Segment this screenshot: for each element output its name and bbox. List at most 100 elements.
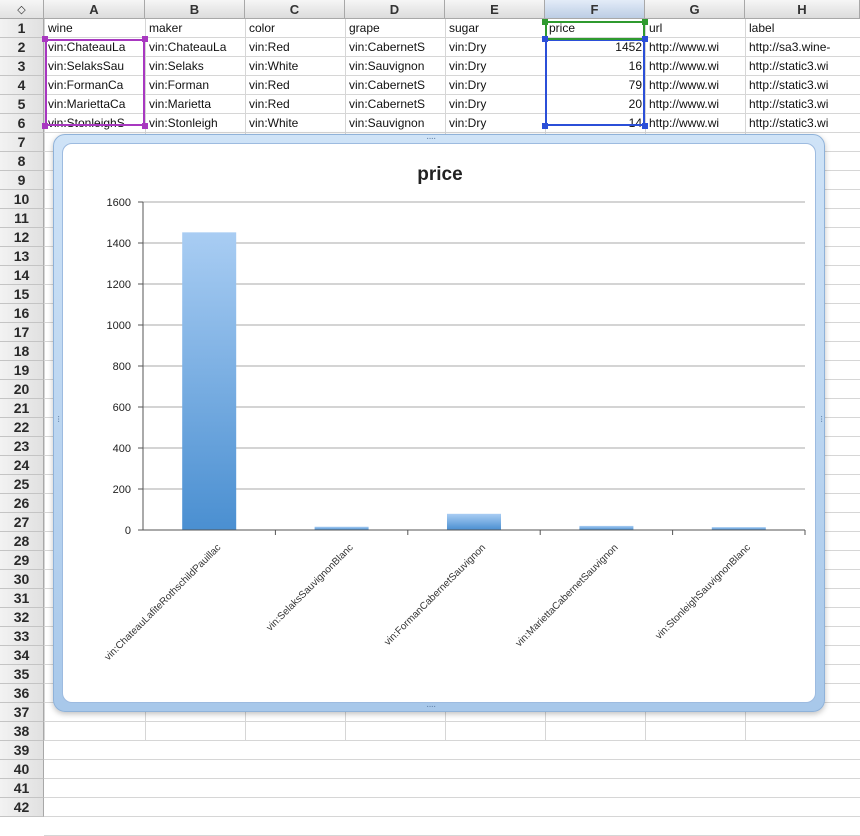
cell-d2[interactable]: vin:CabernetS (346, 38, 445, 57)
cell-h5[interactable]: http://static3.wi (746, 95, 860, 114)
cell-f4[interactable]: 79 (546, 76, 645, 95)
row-header-34[interactable]: 34 (0, 646, 44, 665)
cell-d3[interactable]: vin:Sauvignon (346, 57, 445, 76)
row-header-30[interactable]: 30 (0, 570, 44, 589)
row-header-2[interactable]: 2 (0, 38, 44, 57)
row-header-36[interactable]: 36 (0, 684, 44, 703)
row-header-28[interactable]: 28 (0, 532, 44, 551)
row-header-10[interactable]: 10 (0, 190, 44, 209)
row-header-27[interactable]: 27 (0, 513, 44, 532)
selection-handle[interactable] (142, 36, 148, 42)
row-header-31[interactable]: 31 (0, 589, 44, 608)
cell-h4[interactable]: http://static3.wi (746, 76, 860, 95)
column-header-a[interactable]: A (44, 0, 145, 19)
cell-a6[interactable]: vin:StonleighS (45, 114, 145, 133)
cell-h1[interactable]: label (746, 19, 860, 38)
selection-handle[interactable] (42, 123, 48, 129)
cell-g4[interactable]: http://www.wi (646, 76, 745, 95)
cell-d5[interactable]: vin:CabernetS (346, 95, 445, 114)
cell-f5[interactable]: 20 (546, 95, 645, 114)
cell-f3[interactable]: 16 (546, 57, 645, 76)
row-header-42[interactable]: 42 (0, 798, 44, 817)
row-header-18[interactable]: 18 (0, 342, 44, 361)
cell-e5[interactable]: vin:Dry (446, 95, 545, 114)
row-header-35[interactable]: 35 (0, 665, 44, 684)
row-header-33[interactable]: 33 (0, 627, 44, 646)
selection-handle[interactable] (642, 123, 648, 129)
column-header-e[interactable]: E (445, 0, 545, 19)
chart-resize-handle-top[interactable]: ···· (426, 133, 436, 144)
row-header-7[interactable]: 7 (0, 133, 44, 152)
cell-a5[interactable]: vin:MariettaCa (45, 95, 145, 114)
row-header-38[interactable]: 38 (0, 722, 44, 741)
cell-f2[interactable]: 1452 (546, 38, 645, 57)
cell-e1[interactable]: sugar (446, 19, 545, 38)
row-header-41[interactable]: 41 (0, 779, 44, 798)
cell-b1[interactable]: maker (146, 19, 245, 38)
column-header-h[interactable]: H (745, 0, 860, 19)
cell-f1[interactable]: price (546, 19, 645, 38)
column-header-b[interactable]: B (145, 0, 245, 19)
cell-e4[interactable]: vin:Dry (446, 76, 545, 95)
select-all-corner[interactable]: ◇ (0, 0, 44, 19)
row-header-17[interactable]: 17 (0, 323, 44, 342)
cell-a2[interactable]: vin:ChateauLa (45, 38, 145, 57)
row-header-16[interactable]: 16 (0, 304, 44, 323)
cell-c1[interactable]: color (246, 19, 345, 38)
row-header-19[interactable]: 19 (0, 361, 44, 380)
selection-handle[interactable] (142, 123, 148, 129)
row-header-6[interactable]: 6 (0, 114, 44, 133)
row-header-29[interactable]: 29 (0, 551, 44, 570)
cell-c4[interactable]: vin:Red (246, 76, 345, 95)
cell-h3[interactable]: http://static3.wi (746, 57, 860, 76)
cell-d6[interactable]: vin:Sauvignon (346, 114, 445, 133)
cell-b5[interactable]: vin:Marietta (146, 95, 245, 114)
selection-handle[interactable] (542, 36, 548, 42)
cell-a1[interactable]: wine (45, 19, 145, 38)
row-header-20[interactable]: 20 (0, 380, 44, 399)
cell-c5[interactable]: vin:Red (246, 95, 345, 114)
row-header-40[interactable]: 40 (0, 760, 44, 779)
chart-resize-handle-right[interactable]: ··· (816, 415, 827, 422)
cell-c3[interactable]: vin:White (246, 57, 345, 76)
cell-b4[interactable]: vin:Forman (146, 76, 245, 95)
row-header-1[interactable]: 1 (0, 19, 44, 38)
cell-f6[interactable]: 14 (546, 114, 645, 133)
cell-g2[interactable]: http://www.wi (646, 38, 745, 57)
row-header-13[interactable]: 13 (0, 247, 44, 266)
row-header-21[interactable]: 21 (0, 399, 44, 418)
chart-resize-handle-bottom[interactable]: ···· (426, 701, 436, 712)
cell-g5[interactable]: http://www.wi (646, 95, 745, 114)
cell-c2[interactable]: vin:Red (246, 38, 345, 57)
column-header-c[interactable]: C (245, 0, 345, 19)
chart-object[interactable]: price 0 200 400 600 800 1000 1200 1400 1600 vin:Ch… (53, 133, 827, 712)
row-header-8[interactable]: 8 (0, 152, 44, 171)
cell-d1[interactable]: grape (346, 19, 445, 38)
cell-e6[interactable]: vin:Dry (446, 114, 545, 133)
row-header-22[interactable]: 22 (0, 418, 44, 437)
cell-g1[interactable]: url (646, 19, 745, 38)
cell-g6[interactable]: http://www.wi (646, 114, 745, 133)
cell-h6[interactable]: http://static3.wi (746, 114, 860, 133)
row-header-39[interactable]: 39 (0, 741, 44, 760)
cell-h2[interactable]: http://sa3.wine- (746, 38, 860, 57)
row-header-5[interactable]: 5 (0, 95, 44, 114)
chart-resize-handle-left[interactable]: ··· (53, 415, 64, 422)
cell-g3[interactable]: http://www.wi (646, 57, 745, 76)
row-header-32[interactable]: 32 (0, 608, 44, 627)
column-header-d[interactable]: D (345, 0, 445, 19)
cell-b3[interactable]: vin:Selaks (146, 57, 245, 76)
cell-b2[interactable]: vin:ChateauLa (146, 38, 245, 57)
row-header-3[interactable]: 3 (0, 57, 44, 76)
row-header-25[interactable]: 25 (0, 475, 44, 494)
cell-a3[interactable]: vin:SelaksSau (45, 57, 145, 76)
row-header-4[interactable]: 4 (0, 76, 44, 95)
row-header-15[interactable]: 15 (0, 285, 44, 304)
cell-e2[interactable]: vin:Dry (446, 38, 545, 57)
row-header-37[interactable]: 37 (0, 703, 44, 722)
selection-handle[interactable] (42, 36, 48, 42)
cell-d4[interactable]: vin:CabernetS (346, 76, 445, 95)
row-header-26[interactable]: 26 (0, 494, 44, 513)
cell-e3[interactable]: vin:Dry (446, 57, 545, 76)
row-header-24[interactable]: 24 (0, 456, 44, 475)
